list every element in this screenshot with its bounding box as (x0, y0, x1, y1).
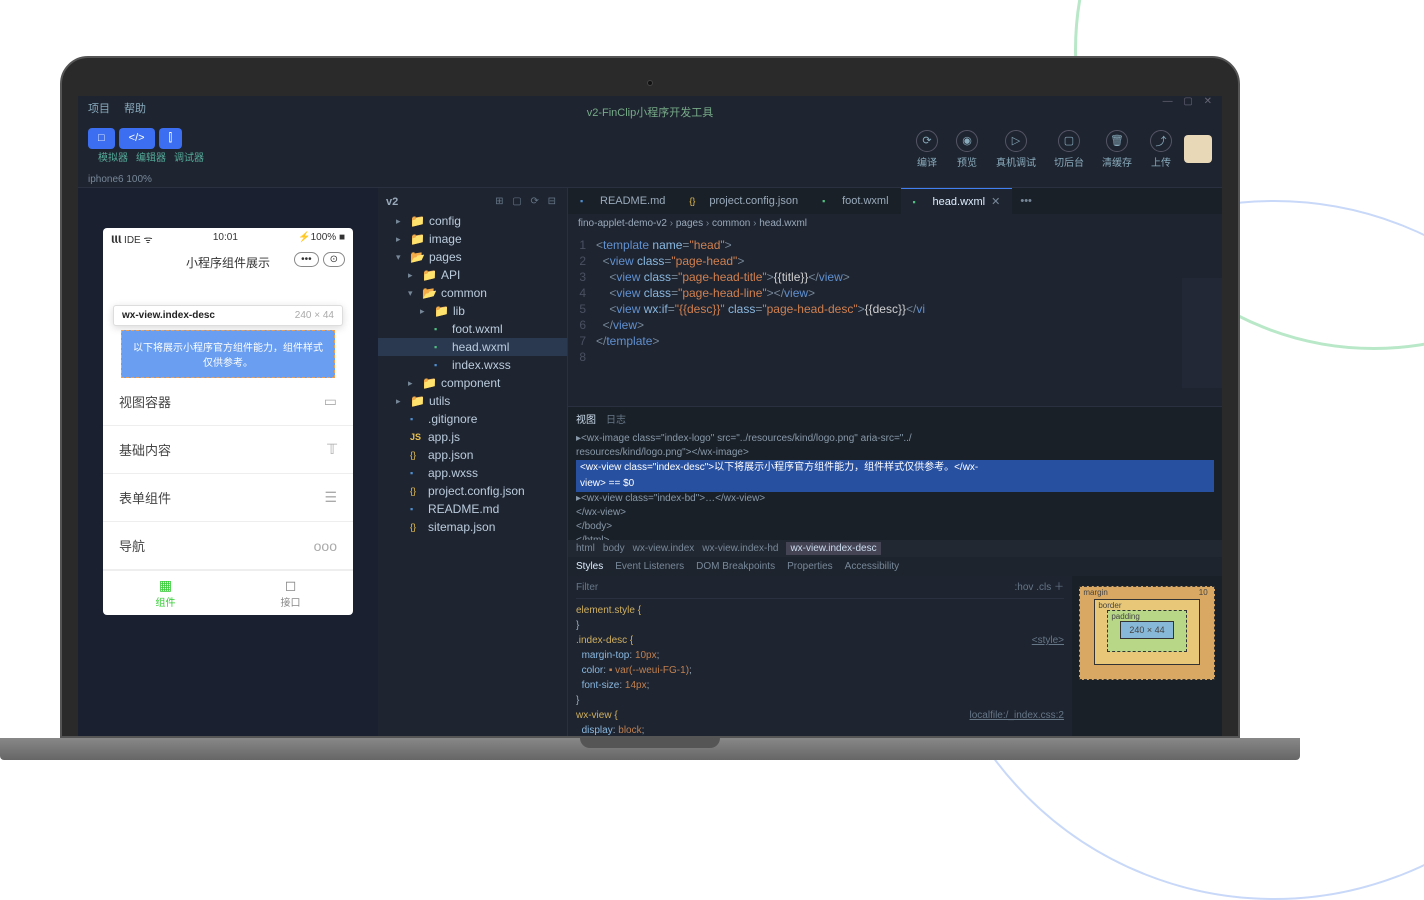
file-readme[interactable]: ▪README.md (378, 500, 567, 518)
folder-image[interactable]: ▸📁image (378, 230, 567, 248)
phone-time: 10:01 (213, 232, 238, 246)
laptop-frame: 项目 帮助 v2-FinClip小程序开发工具 — ▢ ✕ □ </> ⫿ 模拟… (60, 56, 1240, 760)
devtools-panel: 视图 日志 ▸<wx-image class="index-logo" src=… (568, 406, 1222, 736)
hov-cls-toggle[interactable]: :hov .cls ＋ (1015, 580, 1064, 595)
phone-tab-api[interactable]: ◻接口 (228, 571, 353, 615)
file-sitemap[interactable]: {}sitemap.json (378, 518, 567, 536)
upload-button[interactable]: ⤴上传 (1150, 130, 1172, 169)
file-app-wxss[interactable]: ▪app.wxss (378, 464, 567, 482)
list-item[interactable]: 基础内容𝕋 (103, 426, 353, 474)
list-item[interactable]: 导航ooo (103, 522, 353, 570)
folder-api[interactable]: ▸📁API (378, 266, 567, 284)
file-foot-wxml[interactable]: ▪foot.wxml (378, 320, 567, 338)
file-app-json[interactable]: {}app.json (378, 446, 567, 464)
phone-frame: 𝗹𝗹𝗹 IDE ᯤ 10:01 ⚡100% ■ 小程序组件展示 ••• ⊙ wx-… (103, 228, 353, 615)
editor-tabs: ▪README.md {}project.config.json ▪foot.w… (568, 188, 1222, 214)
code-editor[interactable]: 1<template name="head"> 2 <view class="p… (568, 233, 1222, 406)
tab-readme[interactable]: ▪README.md (568, 189, 677, 213)
capsule-close[interactable]: ⊙ (323, 252, 345, 267)
avatar[interactable] (1184, 135, 1212, 163)
file-index-wxss[interactable]: ▪index.wxss (378, 356, 567, 374)
phone-page-title: 小程序组件展示 (186, 256, 270, 270)
file-gitignore[interactable]: ▪.gitignore (378, 410, 567, 428)
preview-button[interactable]: ◉预览 (956, 130, 978, 169)
folder-pages[interactable]: ▾📂pages (378, 248, 567, 266)
close-icon[interactable]: ✕ (991, 195, 1000, 208)
phone-carrier: 𝗹𝗹𝗹 IDE ᯤ (111, 232, 153, 246)
filter-input[interactable]: Filter (576, 580, 598, 595)
folder-config[interactable]: ▸📁config (378, 212, 567, 230)
background-button[interactable]: ▢切后台 (1054, 130, 1084, 169)
highlighted-element: 以下将展示小程序官方组件能力，组件样式仅供参考。 (121, 330, 335, 378)
styles-panel[interactable]: Filter:hov .cls ＋ element.style { } .ind… (568, 576, 1072, 736)
tabs-overflow[interactable]: ••• (1012, 195, 1040, 207)
remote-button[interactable]: ▷真机调试 (996, 130, 1036, 169)
editor-area: ▪README.md {}project.config.json ▪foot.w… (568, 188, 1222, 736)
explorer-actions[interactable]: ⊞ ▢ ⟳ ⊟ (495, 196, 559, 208)
window-controls[interactable]: — ▢ ✕ (1163, 96, 1216, 107)
sim-status: iphone6 100% (78, 172, 1222, 188)
label-editor: 编辑器 (136, 149, 166, 164)
camera-dot (647, 80, 653, 86)
text-icon: 𝕋 (327, 441, 337, 458)
toolbar: □ </> ⫿ 模拟器 编辑器 调试器 ⟳编译 ◉预览 ▷真机调试 ▢切后台 (78, 122, 1222, 172)
mode-editor[interactable]: </> (119, 128, 155, 149)
compile-button[interactable]: ⟳编译 (916, 130, 938, 169)
dom-breadcrumb[interactable]: htmlbodywx-view.indexwx-view.index-hdwx-… (568, 540, 1222, 557)
dt-tab-view[interactable]: 视图 (576, 411, 596, 426)
file-explorer: v2 ⊞ ▢ ⟳ ⊟ ▸📁config ▸📁image ▾📂pages ▸📁API… (378, 188, 568, 736)
mode-simulator[interactable]: □ (88, 128, 115, 149)
capsule-menu[interactable]: ••• (294, 252, 319, 267)
phone-battery: ⚡100% ■ (298, 232, 345, 246)
file-app-js[interactable]: JSapp.js (378, 428, 567, 446)
simulator-panel: 𝗹𝗹𝗹 IDE ᯤ 10:01 ⚡100% ■ 小程序组件展示 ••• ⊙ wx-… (78, 188, 378, 736)
ide-screen: 项目 帮助 v2-FinClip小程序开发工具 — ▢ ✕ □ </> ⫿ 模拟… (78, 96, 1222, 736)
dom-selected[interactable]: <wx-view class="index-desc">以下将展示小程序官方组件… (576, 460, 1214, 476)
list-item[interactable]: 表单组件☰ (103, 474, 353, 522)
menu-icon: ☰ (324, 489, 337, 506)
dots-icon: ooo (314, 538, 337, 554)
tab-head[interactable]: ▪head.wxml✕ (901, 188, 1013, 214)
folder-lib[interactable]: ▸📁lib (378, 302, 567, 320)
project-root[interactable]: v2 (386, 196, 398, 208)
dom-tree[interactable]: ▸<wx-image class="index-logo" src="../re… (568, 430, 1222, 540)
list-item[interactable]: 视图容器▭ (103, 378, 353, 426)
inspect-tooltip: wx-view.index-desc 240 × 44 (113, 305, 343, 326)
container-icon: ▭ (324, 393, 337, 410)
folder-component[interactable]: ▸📁component (378, 374, 567, 392)
phone-tab-components[interactable]: ▦组件 (103, 571, 228, 615)
dt-tab-log[interactable]: 日志 (606, 411, 626, 426)
styles-tab[interactable]: Styles (576, 561, 603, 572)
dom-breakpoints-tab[interactable]: DOM Breakpoints (696, 561, 775, 572)
breadcrumb[interactable]: fino-applet-demo-v2 › pages › common › h… (568, 214, 1222, 233)
cache-button[interactable]: 🗑清缓存 (1102, 130, 1132, 169)
tab-foot[interactable]: ▪foot.wxml (810, 189, 900, 213)
folder-common[interactable]: ▾📂common (378, 284, 567, 302)
minimap[interactable] (1182, 278, 1222, 388)
event-listeners-tab[interactable]: Event Listeners (615, 561, 684, 572)
mode-debugger[interactable]: ⫿ (159, 128, 183, 149)
label-simulator: 模拟器 (98, 149, 128, 164)
accessibility-tab[interactable]: Accessibility (845, 561, 899, 572)
box-content: 240 × 44 (1120, 621, 1173, 639)
box-model: margin10 border padding 240 × 44 (1072, 576, 1222, 736)
label-debugger: 调试器 (174, 149, 204, 164)
file-head-wxml[interactable]: ▪head.wxml (378, 338, 567, 356)
properties-tab[interactable]: Properties (787, 561, 833, 572)
folder-utils[interactable]: ▸📁utils (378, 392, 567, 410)
file-project-config[interactable]: {}project.config.json (378, 482, 567, 500)
tab-project-config[interactable]: {}project.config.json (677, 189, 810, 213)
window-title: v2-FinClip小程序开发工具 (78, 102, 1222, 122)
